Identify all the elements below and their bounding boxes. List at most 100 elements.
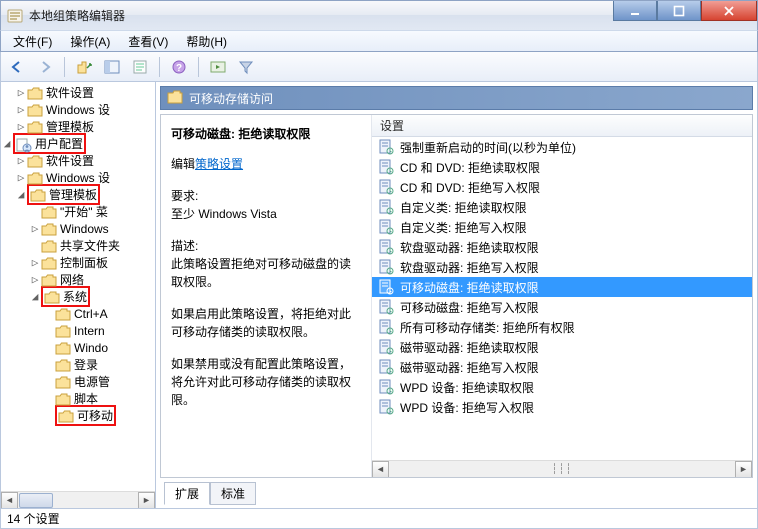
tree-node[interactable]: "开始" 菜 [1,203,155,220]
tree-label: Windo [74,341,108,355]
tree-node[interactable]: 可移动 [1,407,155,424]
col-setting: 设置 [380,117,404,134]
tree-node[interactable]: ▷ Windows 设 [1,101,155,118]
svg-text:?: ? [176,63,182,74]
list-h-scrollbar[interactable]: ◄ ┆┆┆ ► [372,460,752,477]
tree-node[interactable]: 电源管 [1,373,155,390]
folder-icon [44,290,60,304]
req-value: 至少 Windows Vista [171,205,361,223]
scroll-left-button[interactable]: ◄ [1,492,18,509]
expander-icon[interactable]: ▷ [29,256,41,269]
close-button[interactable] [701,1,757,21]
policy-icon [378,379,394,395]
expander-icon[interactable]: ▷ [15,86,27,99]
menu-file[interactable]: 文件(F) [5,31,60,52]
expander-icon[interactable]: ▷ [15,103,27,116]
list-rows[interactable]: 强制重新启动的时间(以秒为单位)CD 和 DVD: 拒绝读取权限CD 和 DVD… [372,137,752,460]
folder-icon [27,103,43,117]
policy-icon [378,259,394,275]
tree-node[interactable]: ▷ 控制面板 [1,254,155,271]
filter-button[interactable] [234,55,258,79]
list-row[interactable]: CD 和 DVD: 拒绝读取权限 [372,157,752,177]
tree-node[interactable]: ◢管理模板 [1,186,155,203]
list-row[interactable]: 自定义类: 拒绝写入权限 [372,217,752,237]
list-row[interactable]: 磁带驱动器: 拒绝读取权限 [372,337,752,357]
edit-policy-link[interactable]: 策略设置 [195,157,243,171]
tree-node[interactable]: 登录 [1,356,155,373]
list-row[interactable]: WPD 设备: 拒绝写入权限 [372,397,752,417]
list-header[interactable]: 设置 [372,115,752,137]
tree-node[interactable]: Intern [1,322,155,339]
folder-icon [30,188,46,202]
up-button[interactable] [72,55,96,79]
row-label: WPD 设备: 拒绝写入权限 [400,399,534,416]
minimize-button[interactable] [613,1,657,21]
properties-button[interactable] [128,55,152,79]
tree-node[interactable]: Windo [1,339,155,356]
list-row[interactable]: 磁带驱动器: 拒绝写入权限 [372,357,752,377]
tree-label: Intern [74,324,105,338]
toolbar-separator [64,57,65,77]
list-row[interactable]: 可移动磁盘: 拒绝写入权限 [372,297,752,317]
tree-node[interactable]: 共享文件夹 [1,237,155,254]
list-row[interactable]: 可移动磁盘: 拒绝读取权限 [372,277,752,297]
menu-action[interactable]: 操作(A) [62,31,118,52]
policy-icon [378,279,394,295]
tree-node[interactable]: ▷Windows [1,220,155,237]
scroll-thumb[interactable] [19,493,53,508]
tab-standard[interactable]: 标准 [210,482,256,505]
policy-icon [378,399,394,415]
list-row[interactable]: 软盘驱动器: 拒绝写入权限 [372,257,752,277]
scroll-left-button[interactable]: ◄ [372,461,389,478]
expander-icon[interactable]: ◢ [15,188,27,201]
menu-view[interactable]: 查看(V) [120,31,176,52]
folder-icon [58,409,74,423]
status-text: 14 个设置 [7,510,60,527]
toolbar-separator [198,57,199,77]
forward-button[interactable] [33,55,57,79]
tree-label: "开始" 菜 [60,203,108,220]
window-title: 本地组策略编辑器 [29,7,125,24]
list-row[interactable]: 强制重新启动的时间(以秒为单位) [372,137,752,157]
expander-icon[interactable]: ▷ [15,171,27,184]
expander-icon[interactable]: ▷ [29,273,41,286]
list-row[interactable]: WPD 设备: 拒绝读取权限 [372,377,752,397]
scroll-right-button[interactable]: ► [735,461,752,478]
expander-icon[interactable]: ▷ [15,120,27,133]
folder-icon [41,239,57,253]
extended-view-button[interactable] [206,55,230,79]
h-scrollbar[interactable]: ◄ ► [1,491,155,508]
expander-icon[interactable]: ◢ [29,290,41,303]
policy-icon [378,359,394,375]
help-button[interactable]: ? [167,55,191,79]
tree-node[interactable]: ▷软件设置 [1,152,155,169]
policy-icon [378,159,394,175]
menu-help[interactable]: 帮助(H) [178,31,235,52]
back-button[interactable] [5,55,29,79]
app-icon [7,8,23,24]
list-row[interactable]: 软盘驱动器: 拒绝读取权限 [372,237,752,257]
tree-label: 控制面板 [60,254,108,271]
tree-body[interactable]: ▷软件设置▷Windows 设▷管理模板◢用户配置▷软件设置▷Windows 设… [1,82,155,491]
list-row[interactable]: 所有可移动存储类: 拒绝所有权限 [372,317,752,337]
folder-icon [167,90,183,107]
tree-label: Windows 设 [46,101,110,118]
tree-node[interactable]: ▷软件设置 [1,84,155,101]
expander-icon[interactable]: ▷ [15,154,27,167]
tree-node[interactable]: Ctrl+A [1,305,155,322]
title-bar: 本地组策略编辑器 [0,0,758,30]
maximize-button[interactable] [657,1,701,21]
detail-panel: 可移动磁盘: 拒绝读取权限 编辑策略设置 要求: 至少 Windows Vist… [161,115,371,477]
show-hide-tree-button[interactable] [100,55,124,79]
list-row[interactable]: 自定义类: 拒绝读取权限 [372,197,752,217]
policy-icon [378,339,394,355]
expander-icon[interactable]: ▷ [29,222,41,235]
row-label: 软盘驱动器: 拒绝读取权限 [400,239,539,256]
expander-icon[interactable]: ◢ [1,137,13,150]
list-row[interactable]: CD 和 DVD: 拒绝写入权限 [372,177,752,197]
tab-extended[interactable]: 扩展 [164,482,210,505]
tree-node[interactable]: ◢系统 [1,288,155,305]
tree-node[interactable]: ◢用户配置 [1,135,155,152]
scroll-right-button[interactable]: ► [138,492,155,509]
policy-icon [378,299,394,315]
